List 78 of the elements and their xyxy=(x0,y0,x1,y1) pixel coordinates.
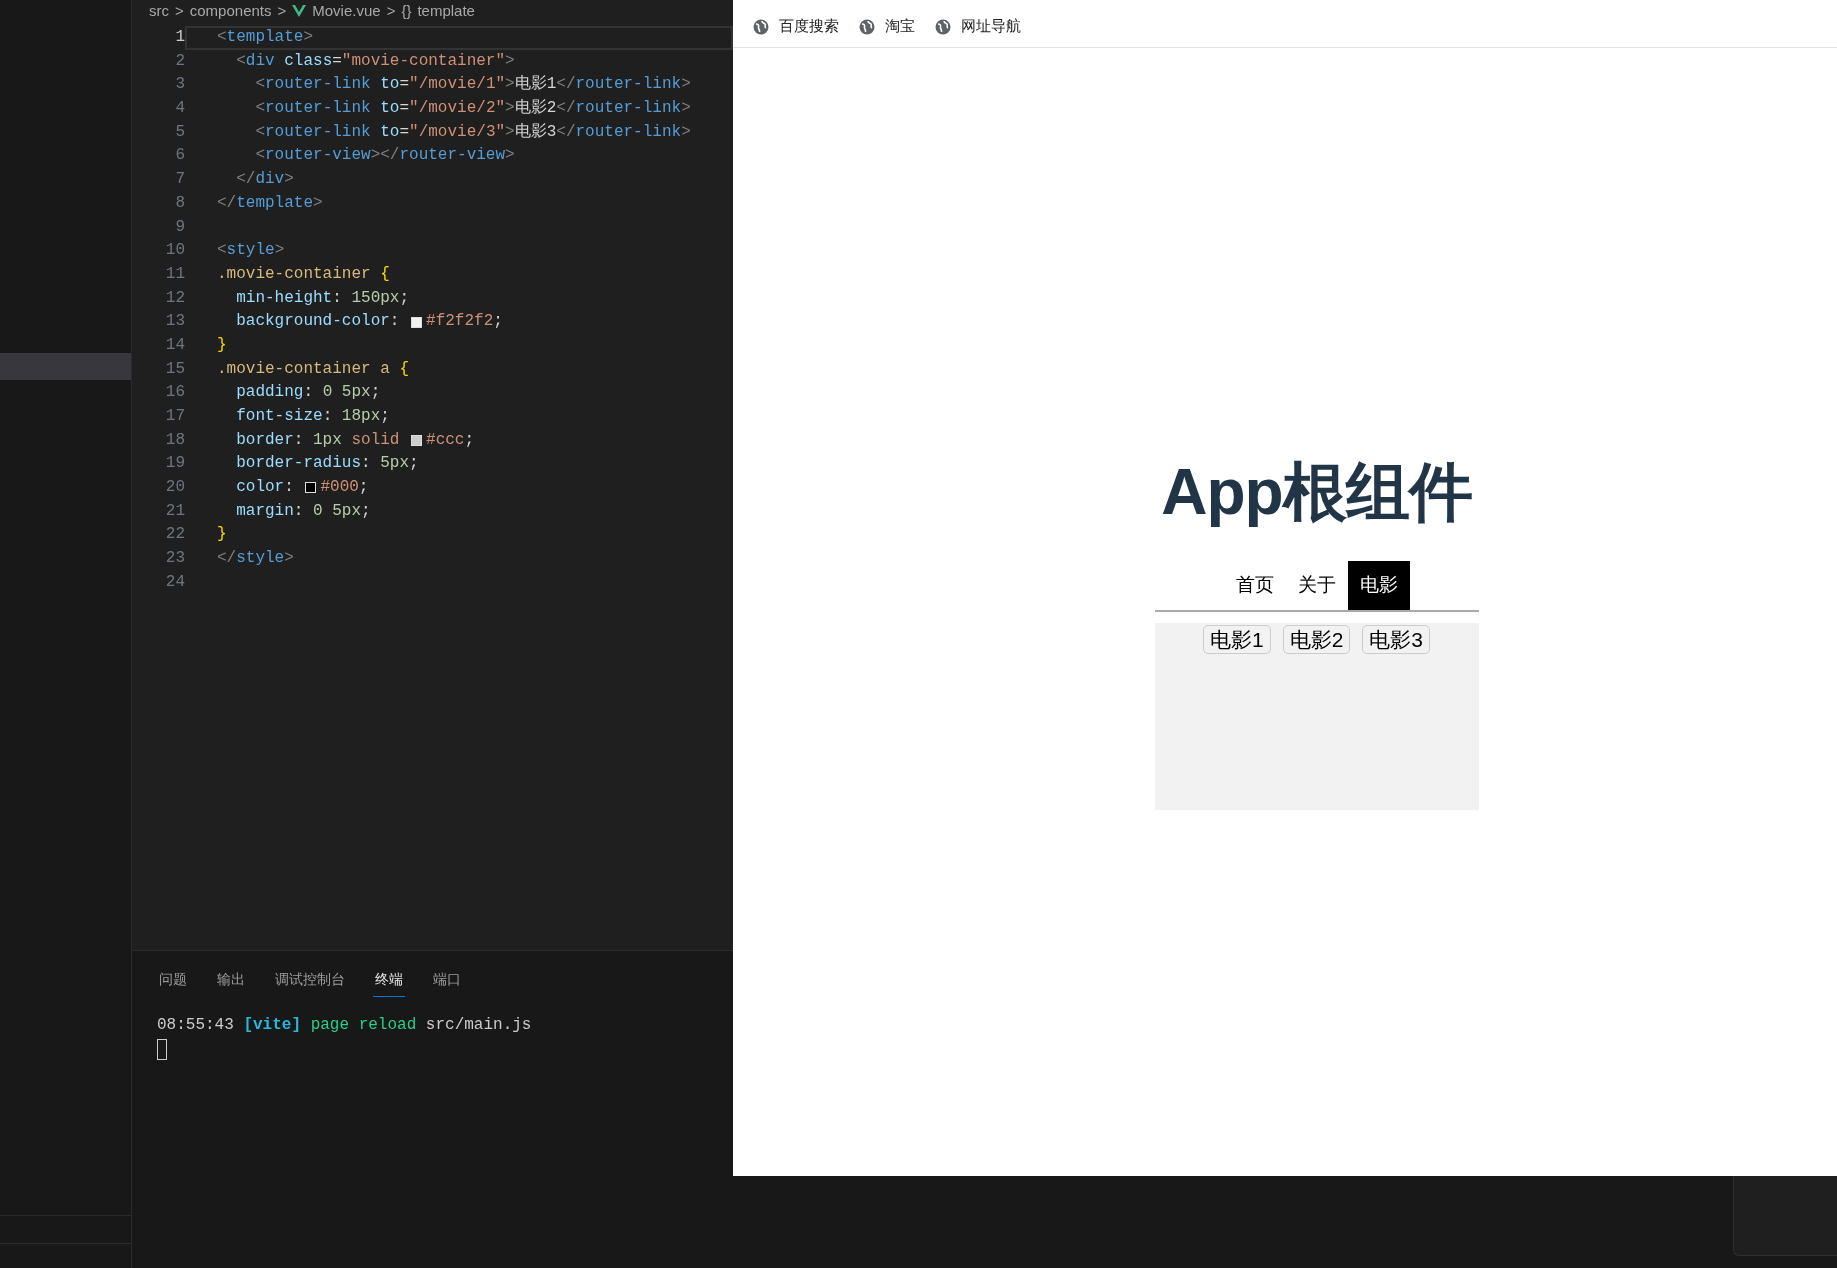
nav-link[interactable]: 电影 xyxy=(1347,560,1410,610)
line-number: 21 xyxy=(164,500,185,522)
code-line: color: #000; xyxy=(235,477,370,499)
line-number: 11 xyxy=(164,263,185,285)
line-number: 14 xyxy=(164,334,185,356)
line-number: 15 xyxy=(164,358,185,380)
panel-tab[interactable]: 终端 xyxy=(373,965,405,997)
vue-file-icon xyxy=(292,5,307,17)
terminal-line: 08:55:43 [vite] page reload src/main.js xyxy=(157,1015,533,1036)
globe-icon xyxy=(859,18,875,35)
panel-tab[interactable]: 输出 xyxy=(215,965,247,997)
panel-tab[interactable]: 问题 xyxy=(157,965,189,997)
code-line: border-radius: 5px; xyxy=(235,453,420,475)
breadcrumb-item[interactable]: template xyxy=(417,0,475,23)
line-number: 7 xyxy=(174,169,185,191)
code-line: .movie-container a { xyxy=(216,358,411,380)
page-heading: App根组件 xyxy=(1160,455,1473,530)
code-line: <div class="movie-container"> xyxy=(235,50,516,72)
code-line: <router-link to="/movie/2">电影2</router-link> xyxy=(254,98,692,120)
line-number: 22 xyxy=(164,524,185,546)
line-number: 4 xyxy=(174,98,185,120)
chevron-icon: > xyxy=(175,0,184,23)
bookmark[interactable]: 网址导航 xyxy=(935,15,1021,38)
code-line: margin: 0 5px; xyxy=(235,500,372,522)
color-swatch[interactable] xyxy=(411,316,423,328)
breadcrumb-item[interactable]: Movie.vue xyxy=(312,0,381,23)
line-number: 3 xyxy=(174,74,185,96)
line-number: 5 xyxy=(174,121,185,143)
bookmark[interactable]: 百度搜索 xyxy=(753,15,839,38)
code-line: min-height: 150px; xyxy=(235,287,411,309)
line-number: 17 xyxy=(164,406,185,427)
color-swatch[interactable] xyxy=(411,435,423,447)
movie-link[interactable]: 电影3 xyxy=(1362,624,1431,655)
code-line: <router-link to="/movie/1">电影1</router-link> xyxy=(254,74,692,96)
code-line: padding: 0 5px; xyxy=(235,382,382,404)
code-line: border: 1px solid #ccc; xyxy=(235,429,476,451)
code-line: <router-view></router-view> xyxy=(254,145,516,167)
line-number: 24 xyxy=(164,571,185,593)
line-number: 2 xyxy=(174,50,185,72)
code-line: <router-link to="/movie/3">电影3</router-link> xyxy=(254,121,692,143)
code-line: .movie-container { xyxy=(216,263,391,285)
movie-link[interactable]: 电影1 xyxy=(1202,624,1271,655)
line-number: 1 xyxy=(174,27,185,48)
bookmark[interactable]: 淘宝 xyxy=(859,15,915,38)
code-line: font-size: 18px; xyxy=(235,406,391,427)
symbol-icon: {} xyxy=(401,0,412,23)
code-line: </style> xyxy=(216,548,295,570)
terminal-cursor xyxy=(157,1039,167,1060)
chevron-icon: > xyxy=(386,0,396,23)
line-number: 23 xyxy=(164,548,185,570)
color-swatch[interactable] xyxy=(305,482,317,494)
line-number: 6 xyxy=(174,145,185,167)
line-number: 9 xyxy=(174,216,185,238)
code-line: </div> xyxy=(235,169,295,191)
breadcrumb-item[interactable]: components xyxy=(189,0,272,23)
line-number: 20 xyxy=(164,477,185,499)
line-number: 13 xyxy=(164,311,185,333)
code-line: <template> xyxy=(185,26,733,50)
line-number: 12 xyxy=(164,287,185,309)
movie-link[interactable]: 电影2 xyxy=(1282,624,1351,655)
globe-icon xyxy=(935,18,951,35)
line-number: 8 xyxy=(174,192,185,214)
breadcrumb-item[interactable]: src xyxy=(149,0,169,23)
panel-tab[interactable]: 调试控制台 xyxy=(273,965,347,997)
code-line: } xyxy=(216,524,228,546)
line-number: 16 xyxy=(164,382,185,404)
chevron-icon: > xyxy=(277,0,287,23)
code-line: <style> xyxy=(216,240,286,262)
globe-icon xyxy=(753,18,769,35)
nav-link[interactable]: 关于 xyxy=(1285,560,1348,610)
code-line: } xyxy=(216,334,228,356)
code-line: </template> xyxy=(216,192,324,214)
line-number: 10 xyxy=(164,240,185,262)
nav-link[interactable]: 首页 xyxy=(1223,560,1286,610)
line-number: 19 xyxy=(164,453,185,475)
panel-tab[interactable]: 端口 xyxy=(431,965,463,997)
code-line: background-color: #f2f2f2; xyxy=(235,311,504,333)
line-number: 18 xyxy=(164,429,185,451)
